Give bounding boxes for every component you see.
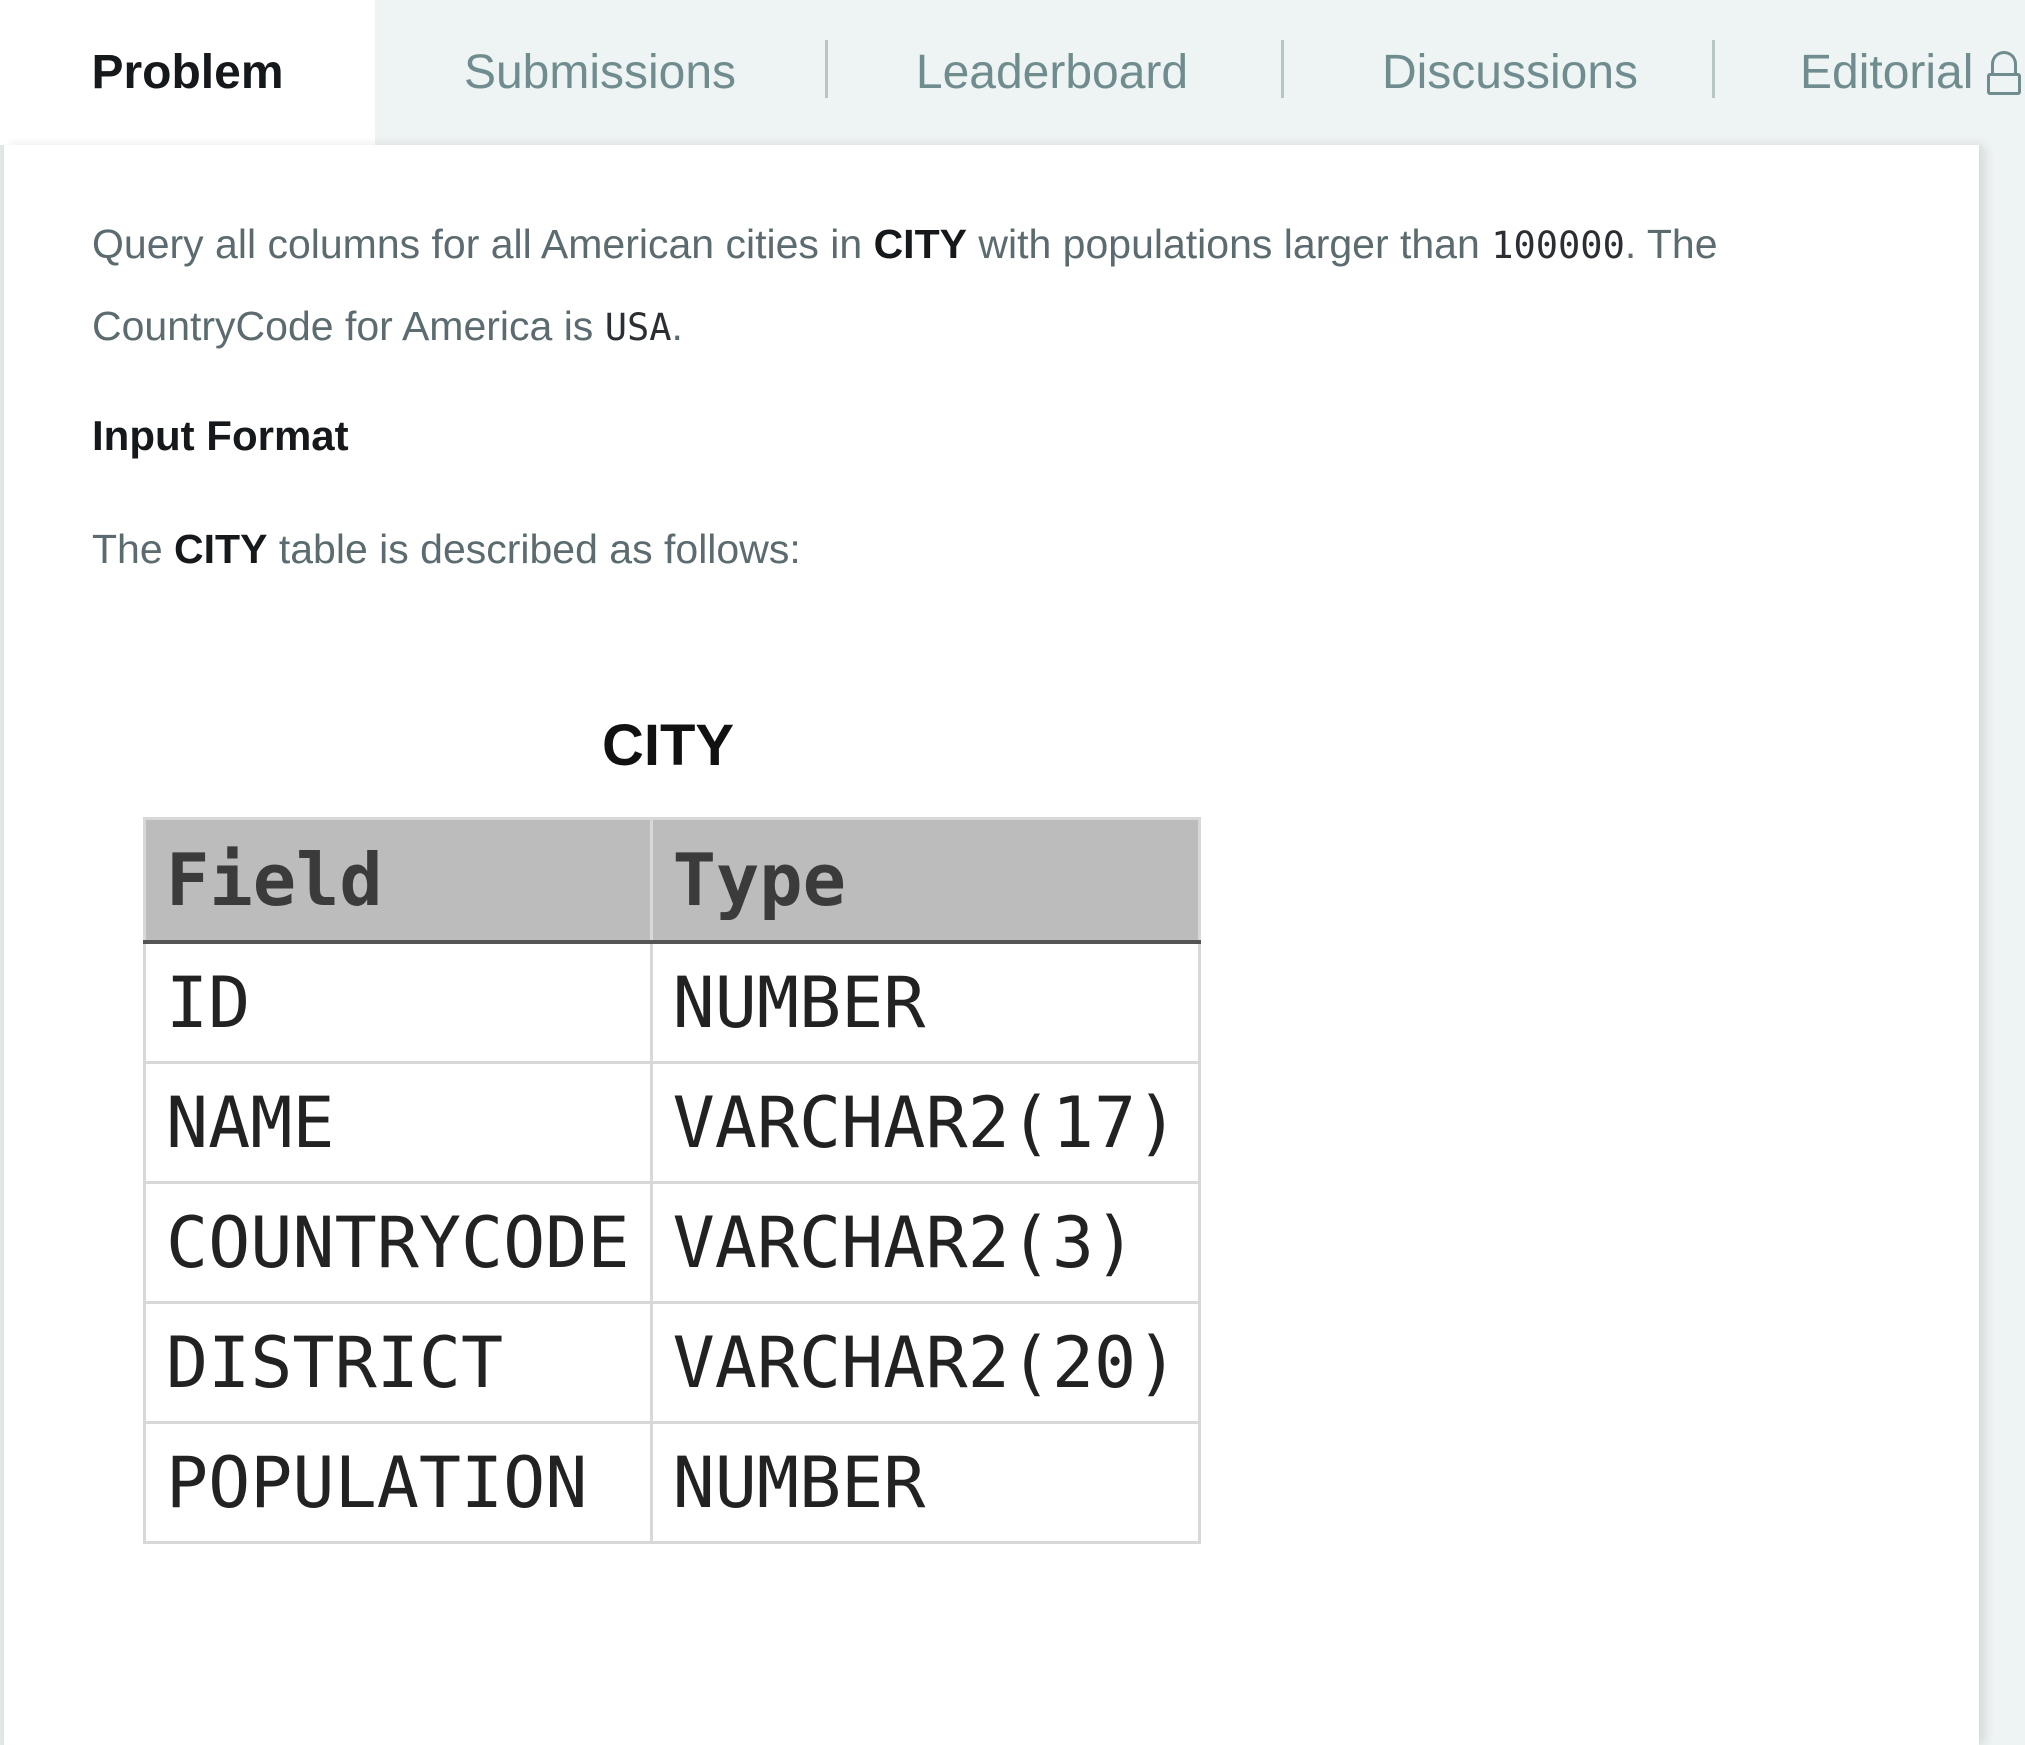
type-cell: NUMBER [649,940,1202,1064]
country-code: USA [604,306,672,349]
type-cell: NUMBER [649,1421,1202,1544]
field-cell: POPULATION [143,1421,653,1544]
city-schema-table: Field Type ID NUMBER NAME VARCHAR2(17) C… [143,817,1202,1544]
tab-editorial[interactable]: Editorial [1740,0,2025,145]
tab-editorial-label: Editorial [1800,46,1974,99]
population-threshold: 100000 [1491,224,1625,267]
header-type: Type [649,817,1202,944]
table-row: COUNTRYCODE VARCHAR2(3) [143,1181,1202,1304]
table-row: ID NUMBER [143,940,1202,1064]
tab-separator [1712,40,1715,98]
table-caption: CITY [601,713,735,778]
tab-separator [825,40,828,98]
problem-statement-line1: Query all columns for all American citie… [92,221,1718,267]
table-description: The CITY table is described as follows: [92,526,801,572]
tab-leaderboard[interactable]: Leaderboard [852,0,1252,145]
table-row: NAME VARCHAR2(17) [143,1061,1202,1184]
tab-submissions[interactable]: Submissions [400,0,800,145]
field-cell: COUNTRYCODE [143,1181,653,1304]
field-cell: NAME [143,1061,653,1184]
header-field: Field [143,817,653,944]
field-cell: ID [143,940,653,1064]
tab-separator [1281,40,1284,98]
table-row: POPULATION NUMBER [143,1421,1202,1544]
problem-statement-line2: CountryCode for America is USA. [92,303,683,349]
type-cell: VARCHAR2(20) [649,1301,1202,1424]
table-name-city: CITY [873,221,967,267]
field-cell: DISTRICT [143,1301,653,1424]
tab-bar: Problem Submissions Leaderboard Discussi… [0,0,2025,145]
type-cell: VARCHAR2(3) [649,1181,1202,1304]
input-format-heading: Input Format [92,412,349,459]
lock-icon [1987,50,2022,95]
type-cell: VARCHAR2(17) [649,1061,1202,1184]
tab-problem[interactable]: Problem [0,0,375,145]
tab-discussions[interactable]: Discussions [1310,0,1710,145]
table-header-row: Field Type [143,817,1202,944]
table-row: DISTRICT VARCHAR2(20) [143,1301,1202,1424]
